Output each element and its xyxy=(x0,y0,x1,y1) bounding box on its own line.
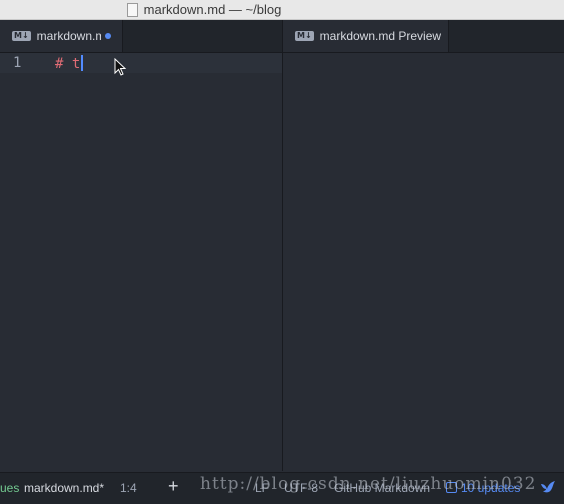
preview-tab-bar: M↓ markdown.md Preview xyxy=(283,20,564,53)
encoding-selector[interactable]: UTF-8 xyxy=(284,481,318,495)
code-line[interactable]: # t xyxy=(55,55,84,72)
updates-button[interactable]: 10 updates xyxy=(446,481,520,495)
add-icon[interactable]: + xyxy=(168,476,179,497)
markdown-icon: M↓ xyxy=(295,31,314,41)
code-text: # t xyxy=(55,56,81,72)
markdown-icon: M↓ xyxy=(12,31,31,41)
cursor-position[interactable]: 1:4 xyxy=(120,481,137,495)
tab-markdown-md[interactable]: M↓ markdown.md xyxy=(0,20,123,52)
package-icon xyxy=(446,482,457,493)
document-icon xyxy=(126,2,138,17)
grammar-selector[interactable]: GitHub Markdown xyxy=(334,481,430,495)
editor-tab-bar: M↓ markdown.md xyxy=(0,20,282,53)
tab-title: markdown.md xyxy=(36,29,101,43)
window-titlebar: markdown.md — ~/blog xyxy=(0,0,564,20)
mouse-pointer-icon xyxy=(114,58,127,76)
tab-markdown-preview[interactable]: M↓ markdown.md Preview xyxy=(283,20,449,52)
window-title: markdown.md — ~/blog xyxy=(143,2,282,17)
issues-indicator[interactable]: ues xyxy=(0,481,19,495)
editor-pane[interactable]: 1 # t xyxy=(0,53,282,471)
file-path[interactable]: markdown.md* xyxy=(24,481,104,495)
bird-icon[interactable] xyxy=(540,480,556,494)
status-bar: ues markdown.md* 1:4 + LF UTF-8 GitHub M… xyxy=(0,472,564,504)
window-title-group: markdown.md — ~/blog xyxy=(126,2,282,17)
line-number: 1 xyxy=(13,55,22,71)
markdown-preview-pane[interactable] xyxy=(283,53,564,471)
line-ending-selector[interactable]: LF xyxy=(255,481,269,495)
modified-indicator-icon[interactable] xyxy=(105,33,111,39)
tab-title: markdown.md Preview xyxy=(319,29,442,43)
current-line-highlight xyxy=(0,53,282,73)
updates-label: 10 updates xyxy=(461,481,521,495)
text-caret xyxy=(81,55,84,71)
